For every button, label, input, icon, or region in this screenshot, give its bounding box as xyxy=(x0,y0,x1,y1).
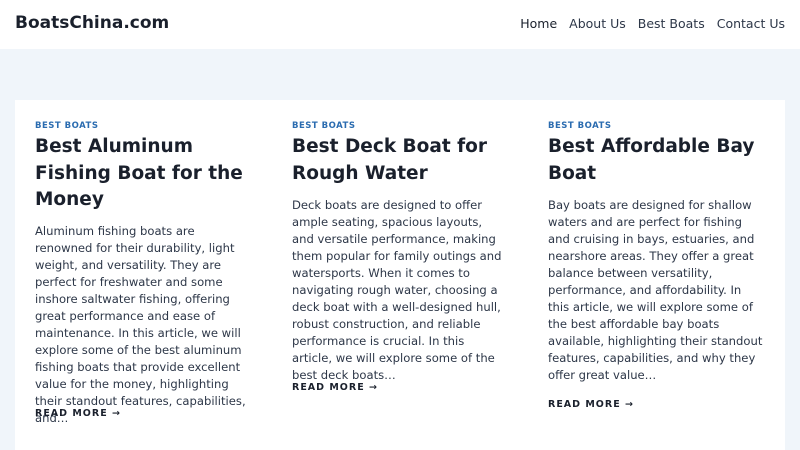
nav-item-contact-us[interactable]: Contact Us xyxy=(717,16,785,31)
nav-item-home[interactable]: Home xyxy=(520,16,557,31)
read-more-link[interactable]: READ MORE → xyxy=(548,399,634,410)
posts-container: BEST BOATS Best Aluminum Fishing Boat fo… xyxy=(15,100,785,450)
post-title[interactable]: Best Deck Boat for Rough Water xyxy=(292,134,512,187)
post-excerpt: Bay boats are designed for shallow water… xyxy=(548,198,763,382)
post-category[interactable]: BEST BOATS xyxy=(548,121,611,131)
nav-item-about-us[interactable]: About Us xyxy=(569,16,626,31)
post-title[interactable]: Best Affordable Bay Boat xyxy=(548,134,768,187)
main-nav: Home About Us Best Boats Contact Us xyxy=(508,16,785,31)
site-header: BoatsChina.com Home About Us Best Boats … xyxy=(0,0,800,49)
post-category[interactable]: BEST BOATS xyxy=(292,121,355,131)
read-more-link[interactable]: READ MORE → xyxy=(35,408,121,419)
post-excerpt: Deck boats are designed to offer ample s… xyxy=(292,198,502,382)
post-excerpt: Aluminum fishing boats are renowned for … xyxy=(35,224,246,425)
post-category[interactable]: BEST BOATS xyxy=(35,121,98,131)
nav-item-best-boats[interactable]: Best Boats xyxy=(638,16,705,31)
post-title[interactable]: Best Aluminum Fishing Boat for the Money xyxy=(35,134,255,214)
read-more-link[interactable]: READ MORE → xyxy=(292,382,378,393)
site-logo[interactable]: BoatsChina.com xyxy=(15,13,169,33)
